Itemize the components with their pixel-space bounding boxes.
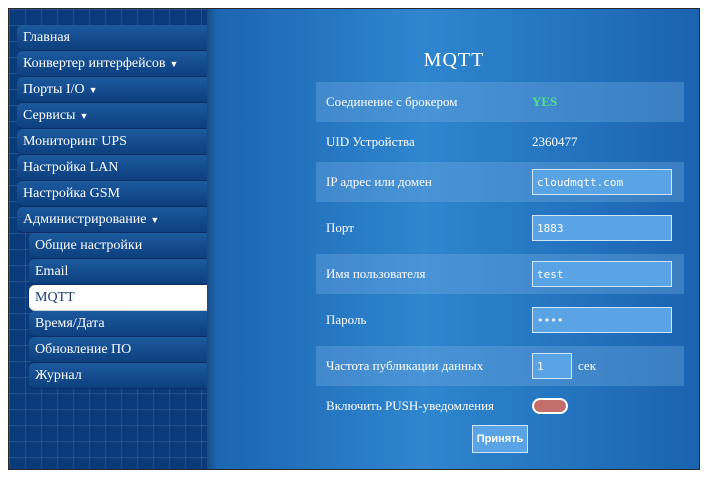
row-password: Пароль	[316, 300, 684, 340]
password-label: Пароль	[326, 312, 367, 327]
row-username: Имя пользователя	[316, 254, 684, 294]
main-content: MQTT Соединение с брокером YES UID Устро…	[209, 9, 699, 469]
row-port: Порт	[316, 208, 684, 248]
sidebar-item-lan-settings[interactable]: Настройка LAN	[17, 155, 207, 181]
submit-button[interactable]: Принять	[472, 425, 528, 453]
row-publish-rate: Частота публикации данных сек	[316, 346, 684, 386]
sidebar-item-home[interactable]: Главная	[17, 25, 207, 51]
port-input[interactable]	[532, 215, 672, 241]
username-label: Имя пользователя	[326, 266, 426, 281]
host-input[interactable]	[532, 169, 672, 195]
sidebar-menu: Главная Конвертер интерфейсов ▼ Порты I/O…	[17, 25, 207, 389]
row-broker-connection: Соединение с брокером YES	[316, 82, 684, 122]
page-title: MQTT	[423, 49, 485, 71]
sidebar-subitem-mqtt[interactable]: MQTT	[29, 285, 207, 311]
publish-rate-label: Частота публикации данных	[326, 358, 484, 373]
row-device-uid: UID Устройства 2360477	[316, 122, 684, 162]
row-host: IP адрес или домен	[316, 162, 684, 202]
sidebar: Главная Конвертер интерфейсов ▼ Порты I/O…	[9, 9, 217, 469]
broker-connection-label: Соединение с брокером	[326, 94, 458, 109]
push-notifications-toggle[interactable]	[532, 398, 568, 414]
publish-rate-unit: сек	[578, 358, 597, 373]
sidebar-subitem-log[interactable]: Журнал	[29, 363, 207, 389]
password-input[interactable]	[532, 307, 672, 333]
device-uid-label: UID Устройства	[326, 134, 415, 149]
sidebar-subitem-email[interactable]: Email	[29, 259, 207, 285]
sidebar-item-ups-monitoring[interactable]: Мониторинг UPS	[17, 129, 207, 155]
sidebar-item-interface-converter[interactable]: Конвертер интерфейсов ▼	[17, 51, 207, 77]
push-notifications-label: Включить PUSH-уведомления	[326, 398, 495, 413]
caret-down-icon: ▼	[88, 85, 98, 95]
sidebar-subitem-general-settings[interactable]: Общие настройки	[29, 233, 207, 259]
device-uid-value: 2360477	[532, 134, 578, 149]
publish-rate-input[interactable]	[532, 353, 572, 379]
caret-down-icon: ▼	[169, 59, 179, 69]
sidebar-item-administration[interactable]: Администрирование ▼	[17, 207, 207, 233]
sidebar-item-gsm-settings[interactable]: Настройка GSM	[17, 181, 207, 207]
app-frame: Главная Конвертер интерфейсов ▼ Порты I/O…	[8, 8, 700, 470]
sidebar-item-io-ports[interactable]: Порты I/O ▼	[17, 77, 207, 103]
host-label: IP адрес или домен	[326, 174, 432, 189]
caret-down-icon: ▼	[79, 111, 89, 121]
sidebar-subitem-time-date[interactable]: Время/Дата	[29, 311, 207, 337]
sidebar-item-services[interactable]: Сервисы ▼	[17, 103, 207, 129]
sidebar-subitem-firmware-update[interactable]: Обновление ПО	[29, 337, 207, 363]
username-input[interactable]	[532, 261, 672, 287]
caret-down-icon: ▼	[150, 215, 160, 225]
port-label: Порт	[326, 220, 354, 235]
broker-connection-status: YES	[532, 94, 558, 109]
row-push-notifications: Включить PUSH-уведомления	[316, 386, 684, 426]
